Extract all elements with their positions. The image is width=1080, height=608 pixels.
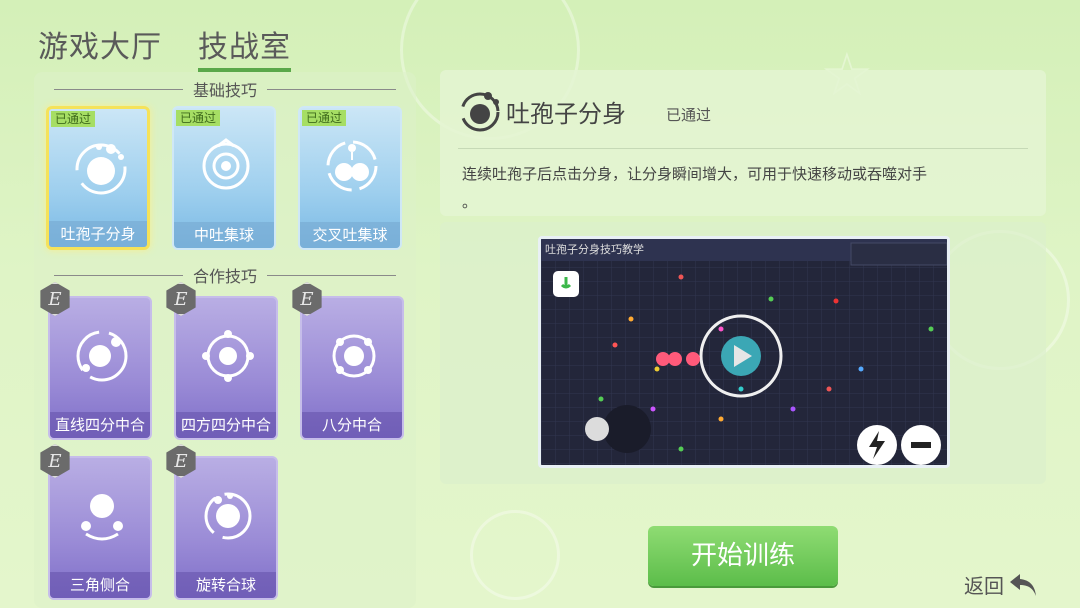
card-label: 直线四分中合 [50,412,150,438]
video-title: 吐孢子分身技巧教学 [545,243,644,256]
triangle-merge-icon [81,494,123,541]
passed-badge: 已通过 [176,110,221,126]
four-way-split-icon [202,330,254,382]
section-basic-label: 基础技巧 [44,78,406,100]
start-training-button[interactable]: 开始训练 [648,526,838,586]
divider [458,148,1028,149]
skill-detail-panel: 吐孢子分身 已通过 连续吐孢子后点击分身，让分身瞬间增大，可用于快速移动或吞噬对… [440,70,1046,216]
bg-decoration [470,510,560,600]
tab-tactics-room[interactable]: 技战室 [198,22,291,72]
card-label: 中吐集球 [174,222,274,248]
card-label: 三角侧合 [50,572,150,598]
description-tail: 。 [462,193,478,211]
skill-status: 已通过 [666,106,712,124]
skill-card-rotate-merge[interactable]: 旋转合球 [174,456,278,600]
skill-card-triangle-merge[interactable]: 三角侧合 [48,456,152,600]
tab-game-lobby[interactable]: 游戏大厅 [38,22,162,72]
skill-card-cross-spit[interactable]: 已通过 交叉吐集球 [298,106,402,250]
skill-card-center-spit[interactable]: 已通过 中吐集球 [172,106,276,250]
spore-split-icon [460,92,500,132]
skill-description: 连续吐孢子后点击分身，让分身瞬间增大，可用于快速移动或吞噬对手 。 [462,160,1026,216]
skill-list-panel: 基础技巧 已通过 吐孢子分身 已通过 中吐集球 已通过 交叉吐集球 合作技巧 直… [34,72,416,608]
spore-split-icon [75,143,127,195]
skill-card-four-way-split[interactable]: 四方四分中合 [174,296,278,440]
rotate-merge-icon [204,492,252,540]
passed-badge: 已通过 [302,110,347,126]
card-label: 四方四分中合 [176,412,276,438]
card-label: 八分中合 [302,412,402,438]
tutorial-video[interactable]: 吐孢子分身技巧教学 [538,236,950,468]
skill-card-line-four-split[interactable]: 直线四分中合 [48,296,152,440]
card-label: 交叉吐集球 [300,222,400,248]
passed-badge: 已通过 [51,111,96,127]
skill-title: 吐孢子分身 [506,100,626,128]
description-text: 连续吐孢子后点击分身，让分身瞬间增大，可用于快速移动或吞噬对手 [462,165,928,183]
back-button[interactable]: 返回 [964,570,1038,599]
top-tabs: 游戏大厅 技战室 [38,22,291,72]
eight-split-icon [332,334,376,378]
center-spit-icon [202,138,250,190]
card-label: 吐孢子分身 [49,221,147,247]
back-arrow-icon [1010,573,1036,596]
video-preview [541,239,947,465]
skill-card-spore-split[interactable]: 已通过 吐孢子分身 [46,106,150,250]
line-four-split-icon [76,330,128,382]
cross-spit-icon [326,140,378,192]
back-label: 返回 [964,574,1004,598]
section-coop-label: 合作技巧 [44,264,406,286]
card-label: 旋转合球 [176,572,276,598]
skill-card-eight-split[interactable]: 八分中合 [300,296,404,440]
